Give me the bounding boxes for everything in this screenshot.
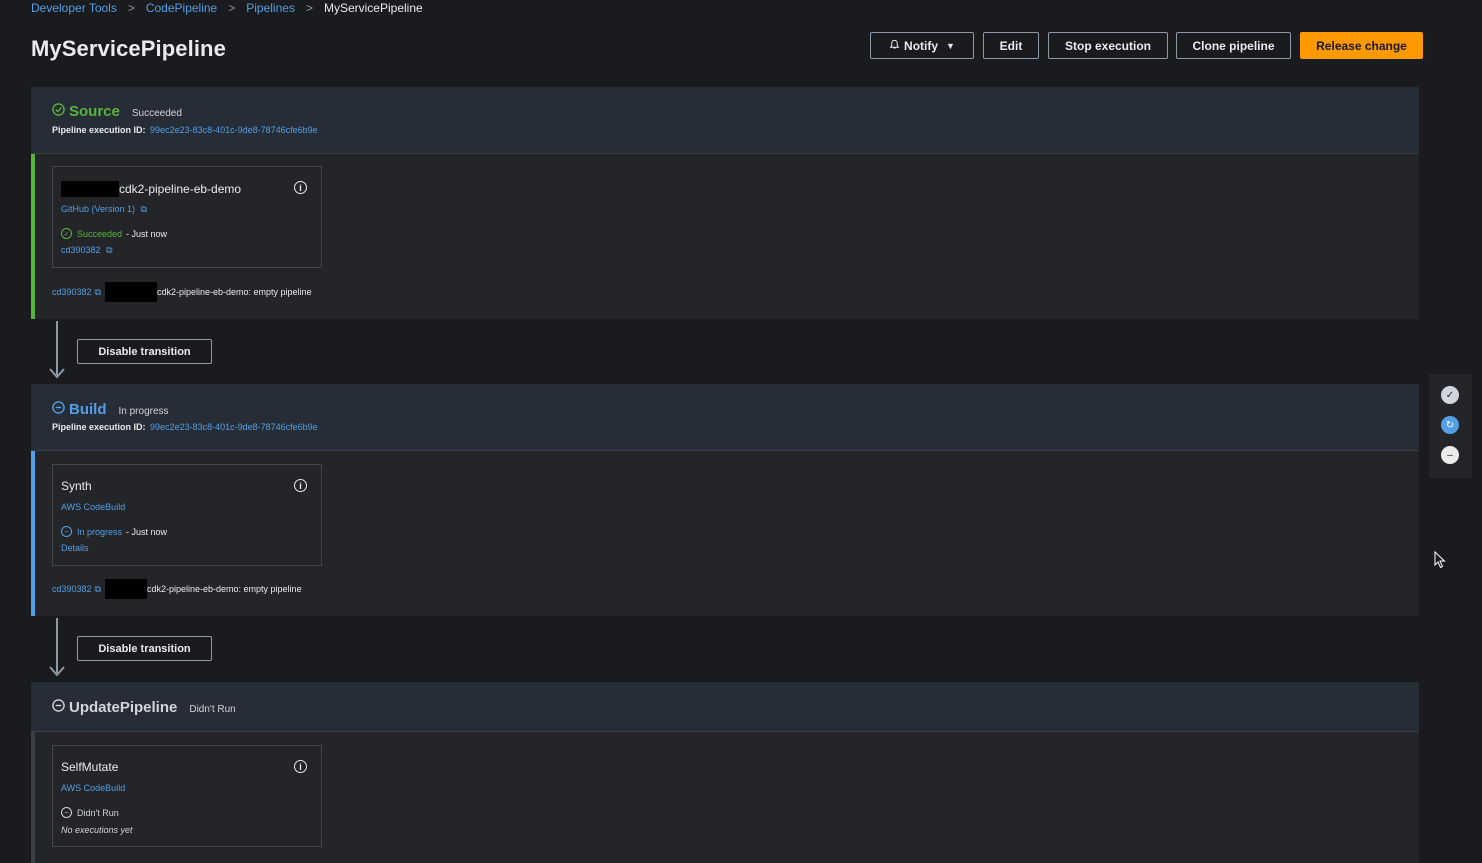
execution-id-label: Pipeline execution ID: bbox=[52, 422, 146, 432]
stage-header: Source Succeeded Pipeline execution ID: … bbox=[31, 87, 1419, 154]
in-progress-icon: – bbox=[61, 526, 72, 537]
external-link-icon: ⧉ bbox=[94, 286, 101, 297]
action-card: cdk2-pipeline-eb-demo i GitHub (Version … bbox=[52, 166, 322, 268]
commit-link[interactable]: cd390382 ⧉ bbox=[61, 245, 113, 256]
chevron-right-icon: > bbox=[228, 1, 236, 15]
chevron-right-icon: > bbox=[305, 1, 313, 15]
external-link-icon: ⧉ bbox=[140, 204, 147, 214]
stage-commit-row: cd390382 ⧉ cdk2-pipeline-eb-demo: empty … bbox=[52, 282, 312, 302]
stage-build: Build In progress Pipeline execution ID:… bbox=[31, 384, 1419, 616]
action-card: Synth i AWS CodeBuild – In progress - Ju… bbox=[52, 464, 322, 566]
stage-status: Didn't Run bbox=[189, 704, 236, 715]
stage-header: Build In progress Pipeline execution ID:… bbox=[31, 384, 1419, 451]
check-circle-icon bbox=[52, 103, 65, 119]
in-progress-icon[interactable]: ↻ bbox=[1441, 416, 1459, 434]
stage-commit-link[interactable]: cd390382 bbox=[52, 584, 92, 594]
breadcrumb-codepipeline[interactable]: CodePipeline bbox=[146, 1, 217, 15]
redacted-block bbox=[104, 579, 147, 599]
action-status-text: Succeeded bbox=[77, 228, 123, 239]
action-status: – Didn't Run bbox=[61, 807, 119, 818]
notify-button[interactable]: Notify ▼ bbox=[870, 32, 974, 59]
details-link[interactable]: Details bbox=[61, 543, 89, 553]
check-circle-icon[interactable]: ✓ bbox=[1441, 386, 1459, 404]
breadcrumb-pipelines[interactable]: Pipelines bbox=[246, 1, 295, 15]
info-icon[interactable]: i bbox=[294, 760, 307, 773]
stage-commit-link[interactable]: cd390382 bbox=[52, 287, 92, 297]
didnt-run-icon bbox=[52, 699, 65, 715]
stop-execution-button[interactable]: Stop execution bbox=[1048, 32, 1168, 59]
action-name[interactable]: cdk2-pipeline-eb-demo bbox=[119, 182, 241, 196]
info-icon[interactable]: i bbox=[294, 181, 307, 194]
stage-commit-message: cdk2-pipeline-eb-demo: empty pipeline bbox=[146, 584, 302, 594]
action-status-text: Didn't Run bbox=[77, 807, 119, 818]
page-title: MyServicePipeline bbox=[31, 36, 226, 61]
stage-commit-message: cdk2-pipeline-eb-demo: empty pipeline bbox=[156, 287, 312, 297]
stage-title-row: UpdatePipeline Didn't Run bbox=[52, 699, 236, 716]
action-name[interactable]: SelfMutate bbox=[61, 760, 118, 774]
commit-id: cd390382 bbox=[61, 245, 101, 255]
disable-transition-button[interactable]: Disable transition bbox=[77, 636, 212, 661]
redacted-block bbox=[104, 282, 157, 302]
redacted-block bbox=[61, 181, 119, 197]
execution-id-link[interactable]: 99ec2e23-83c8-401c-9de8-78746cfe6b9e bbox=[150, 422, 318, 432]
stage-name: Build bbox=[69, 401, 107, 418]
breadcrumb-current: MyServicePipeline bbox=[323, 1, 423, 15]
in-progress-icon bbox=[52, 401, 65, 417]
action-status: ✓ Succeeded - Just now bbox=[61, 228, 167, 239]
disable-transition-button[interactable]: Disable transition bbox=[77, 339, 212, 364]
stage-status: Succeeded bbox=[131, 108, 182, 119]
execution-id-row: Pipeline execution ID: 99ec2e23-83c8-401… bbox=[52, 125, 318, 135]
execution-id-label: Pipeline execution ID: bbox=[52, 125, 146, 135]
clone-pipeline-button[interactable]: Clone pipeline bbox=[1176, 32, 1291, 59]
stage-source: Source Succeeded Pipeline execution ID: … bbox=[31, 87, 1419, 319]
action-name-row: cdk2-pipeline-eb-demo bbox=[61, 181, 241, 197]
breadcrumb-developer-tools[interactable]: Developer Tools bbox=[31, 1, 117, 15]
didnt-run-icon[interactable]: – bbox=[1441, 446, 1459, 464]
execution-id-row: Pipeline execution ID: 99ec2e23-83c8-401… bbox=[52, 422, 318, 432]
bell-icon bbox=[889, 39, 900, 53]
external-link-icon: ⧉ bbox=[94, 583, 101, 594]
stage-updatepipeline: UpdatePipeline Didn't Run SelfMutate i A… bbox=[31, 682, 1419, 863]
external-link-icon: ⧉ bbox=[106, 245, 113, 255]
action-name[interactable]: Synth bbox=[61, 479, 92, 493]
action-card: SelfMutate i AWS CodeBuild – Didn't Run … bbox=[52, 745, 322, 847]
stage-title-row: Source Succeeded bbox=[52, 103, 182, 120]
stage-name: Source bbox=[69, 103, 120, 120]
release-change-button[interactable]: Release change bbox=[1300, 32, 1423, 59]
info-icon[interactable]: i bbox=[294, 479, 307, 492]
mouse-cursor-icon bbox=[1434, 550, 1446, 574]
no-executions-text: No executions yet bbox=[61, 825, 133, 835]
action-provider-link[interactable]: AWS CodeBuild bbox=[61, 502, 125, 512]
caret-down-icon: ▼ bbox=[946, 40, 955, 51]
stage-commit-row: cd390382 ⧉ cdk2-pipeline-eb-demo: empty … bbox=[52, 579, 302, 599]
provider-label: GitHub (Version 1) bbox=[61, 204, 136, 214]
didnt-run-icon: – bbox=[61, 807, 72, 818]
action-provider-link[interactable]: GitHub (Version 1) ⧉ bbox=[61, 204, 147, 215]
stage-title-row: Build In progress bbox=[52, 401, 169, 418]
action-provider-link[interactable]: AWS CodeBuild bbox=[61, 783, 125, 793]
arrow-down-icon bbox=[49, 664, 65, 680]
action-status-text: In progress bbox=[77, 526, 123, 537]
execution-id-link[interactable]: 99ec2e23-83c8-401c-9de8-78746cfe6b9e bbox=[150, 125, 318, 135]
action-time: - Just now bbox=[126, 526, 168, 537]
check-circle-icon: ✓ bbox=[61, 228, 72, 239]
breadcrumb: Developer Tools > CodePipeline > Pipelin… bbox=[31, 0, 423, 16]
pipeline-page: Developer Tools > CodePipeline > Pipelin… bbox=[0, 0, 1482, 863]
notify-label: Notify bbox=[904, 38, 939, 53]
stage-status-panel: ✓ ↻ – bbox=[1429, 374, 1472, 478]
action-status: – In progress - Just now bbox=[61, 526, 167, 537]
action-time: - Just now bbox=[126, 228, 168, 239]
stage-name: UpdatePipeline bbox=[69, 699, 178, 716]
edit-button[interactable]: Edit bbox=[983, 32, 1039, 59]
chevron-right-icon: > bbox=[127, 1, 135, 15]
arrow-down-icon bbox=[49, 366, 65, 382]
stage-header: UpdatePipeline Didn't Run bbox=[31, 682, 1419, 732]
stage-status: In progress bbox=[118, 406, 169, 417]
